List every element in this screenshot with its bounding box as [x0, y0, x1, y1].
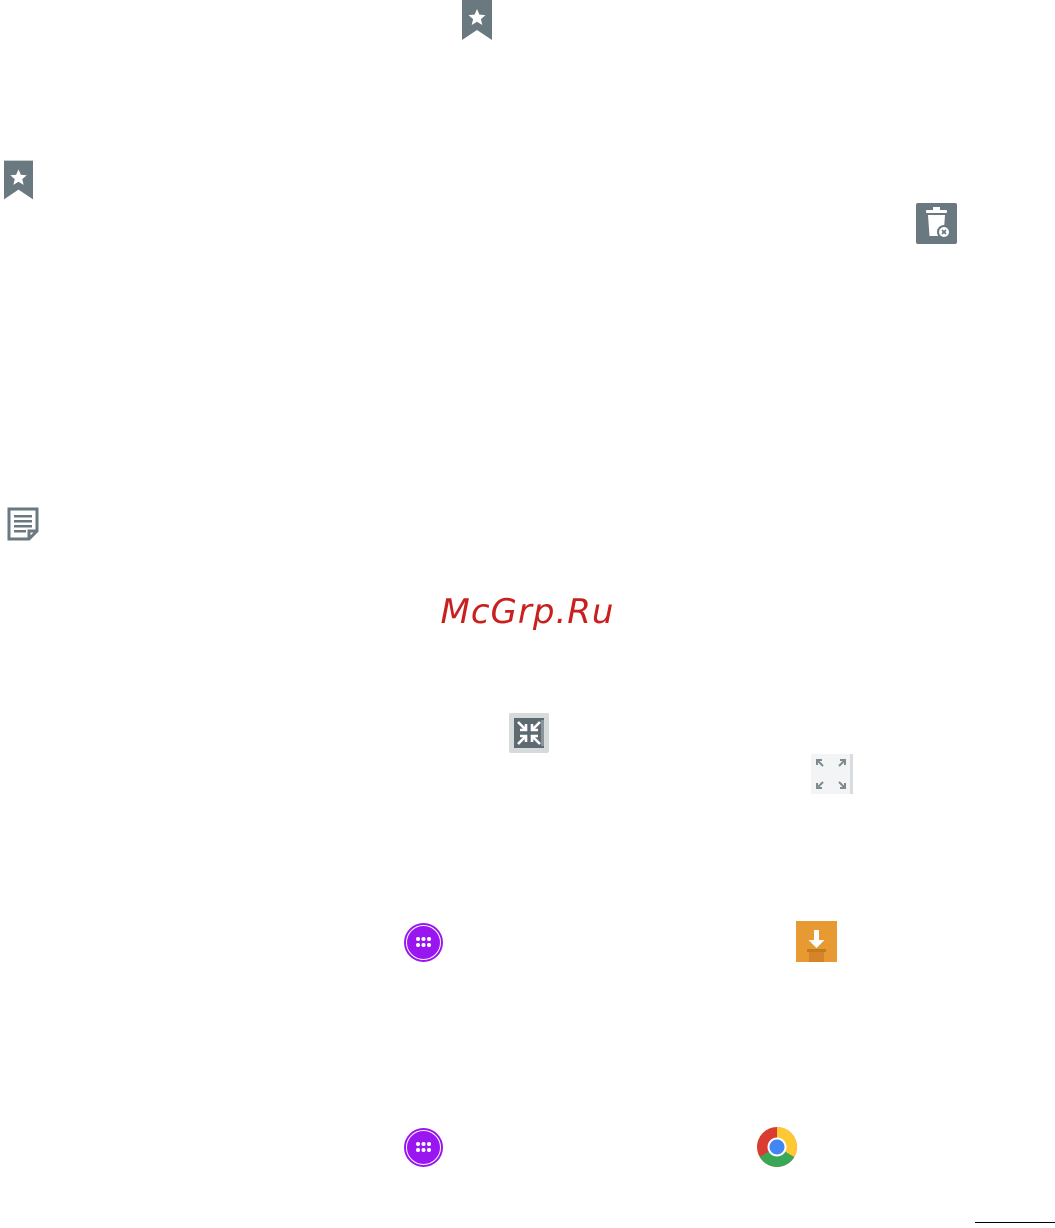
apps-icon [404, 923, 443, 962]
footer-rule [975, 1222, 1055, 1223]
bookmark-icon [4, 160, 33, 200]
collapse-window-icon [509, 713, 549, 753]
expand-fullscreen-icon [811, 754, 853, 794]
apps-icon [404, 1128, 443, 1167]
bookmark-icon [462, 0, 492, 40]
watermark-text: McGrp.Ru [440, 592, 615, 632]
trash-delete-icon [916, 203, 957, 244]
chrome-icon [757, 1127, 797, 1167]
note-icon [7, 507, 39, 541]
download-icon [796, 921, 837, 962]
